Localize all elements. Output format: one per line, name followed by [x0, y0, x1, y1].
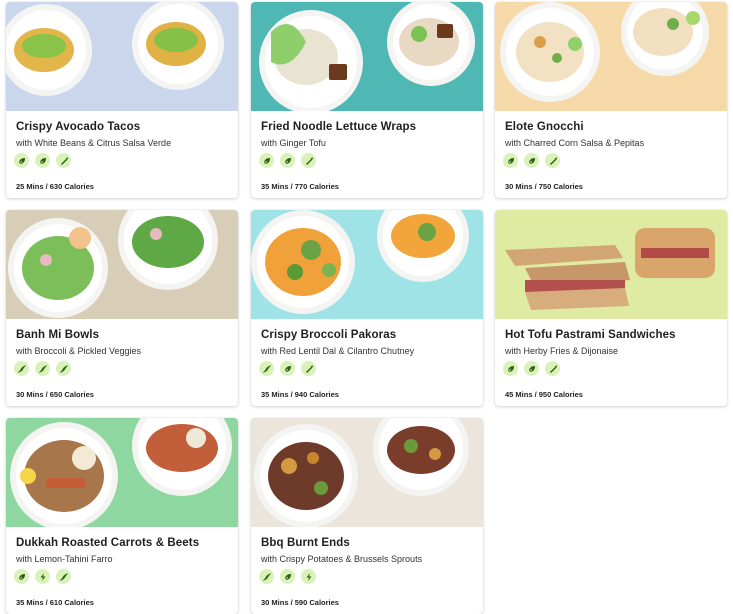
- recipe-image[interactable]: [251, 210, 483, 319]
- recipe-time-calories: 25 Mins / 630 Calories: [16, 182, 94, 191]
- no-dairy-icon: [259, 361, 274, 376]
- recipe-subtitle: with Crispy Potatoes & Brussels Sprouts: [261, 554, 423, 564]
- recipe-card[interactable]: Dukkah Roasted Carrots & Beets with Lemon…: [6, 418, 238, 614]
- carrot-icon: [545, 361, 560, 376]
- recipe-card[interactable]: Fried Noodle Lettuce Wraps with Ginger To…: [251, 2, 483, 198]
- carrot-icon: [545, 153, 560, 168]
- recipe-subtitle: with Red Lentil Dal & Cilantro Chutney: [261, 346, 415, 356]
- carrot-icon: [301, 361, 316, 376]
- recipe-title[interactable]: Elote Gnocchi: [505, 121, 584, 133]
- recipe-subtitle: with Herby Fries & Dijonaise: [505, 346, 619, 356]
- recipe-image[interactable]: [6, 210, 238, 319]
- leaf-icon: [503, 361, 518, 376]
- recipe-card[interactable]: Banh Mi Bowls with Broccoli & Pickled Veg…: [6, 210, 238, 406]
- recipe-title[interactable]: Fried Noodle Lettuce Wraps: [261, 121, 416, 133]
- recipe-time-calories: 35 Mins / 940 Calories: [261, 390, 339, 399]
- recipe-image[interactable]: [495, 2, 727, 111]
- recipe-time-calories: 45 Mins / 950 Calories: [505, 390, 583, 399]
- recipe-time-calories: 30 Mins / 750 Calories: [505, 182, 583, 191]
- diet-badges: [259, 153, 316, 168]
- recipe-subtitle: with Lemon-Tahini Farro: [16, 554, 113, 564]
- recipe-image[interactable]: [495, 210, 727, 319]
- recipe-title[interactable]: Bbq Burnt Ends: [261, 537, 350, 549]
- diet-badges: [503, 153, 560, 168]
- leaf-icon: [280, 569, 295, 584]
- leaf-icon: [503, 153, 518, 168]
- recipe-image[interactable]: [251, 2, 483, 111]
- no-dairy-icon: [56, 361, 71, 376]
- leaf-icon: [14, 153, 29, 168]
- recipe-title[interactable]: Dukkah Roasted Carrots & Beets: [16, 537, 199, 549]
- no-dairy-icon: [35, 361, 50, 376]
- no-dairy-icon: [56, 569, 71, 584]
- leaf-icon: [524, 361, 539, 376]
- leaf-icon: [280, 361, 295, 376]
- recipe-time-calories: 30 Mins / 590 Calories: [261, 598, 339, 607]
- recipe-title[interactable]: Hot Tofu Pastrami Sandwiches: [505, 329, 676, 341]
- recipe-subtitle: with White Beans & Citrus Salsa Verde: [16, 138, 172, 148]
- recipe-title[interactable]: Crispy Broccoli Pakoras: [261, 329, 396, 341]
- no-dairy-icon: [259, 569, 274, 584]
- bolt-icon: [35, 569, 50, 584]
- recipe-title[interactable]: Crispy Avocado Tacos: [16, 121, 140, 133]
- recipe-card[interactable]: Elote Gnocchi with Charred Corn Salsa & P…: [495, 2, 727, 198]
- leaf-icon: [280, 153, 295, 168]
- recipe-title[interactable]: Banh Mi Bowls: [16, 329, 99, 341]
- diet-badges: [14, 361, 71, 376]
- carrot-icon: [301, 153, 316, 168]
- recipe-card[interactable]: Hot Tofu Pastrami Sandwiches with Herby F…: [495, 210, 727, 406]
- recipe-time-calories: 35 Mins / 610 Calories: [16, 598, 94, 607]
- recipe-image[interactable]: [6, 2, 238, 111]
- diet-badges: [259, 361, 316, 376]
- recipe-image[interactable]: [6, 418, 238, 527]
- leaf-icon: [259, 153, 274, 168]
- recipe-subtitle: with Charred Corn Salsa & Pepitas: [505, 138, 645, 148]
- recipe-subtitle: with Broccoli & Pickled Veggies: [16, 346, 142, 356]
- recipe-card[interactable]: Crispy Broccoli Pakoras with Red Lentil D…: [251, 210, 483, 406]
- recipe-card[interactable]: Crispy Avocado Tacos with White Beans & C…: [6, 2, 238, 198]
- recipe-image[interactable]: [251, 418, 483, 527]
- recipe-time-calories: 35 Mins / 770 Calories: [261, 182, 339, 191]
- leaf-icon: [14, 569, 29, 584]
- bolt-icon: [301, 569, 316, 584]
- diet-badges: [259, 569, 316, 584]
- diet-badges: [14, 569, 71, 584]
- diet-badges: [14, 153, 71, 168]
- carrot-icon: [56, 153, 71, 168]
- leaf-icon: [35, 153, 50, 168]
- leaf-icon: [524, 153, 539, 168]
- diet-badges: [503, 361, 560, 376]
- recipe-subtitle: with Ginger Tofu: [261, 138, 326, 148]
- no-dairy-icon: [14, 361, 29, 376]
- recipe-card[interactable]: Bbq Burnt Ends with Crispy Potatoes & Bru…: [251, 418, 483, 614]
- recipe-time-calories: 30 Mins / 650 Calories: [16, 390, 94, 399]
